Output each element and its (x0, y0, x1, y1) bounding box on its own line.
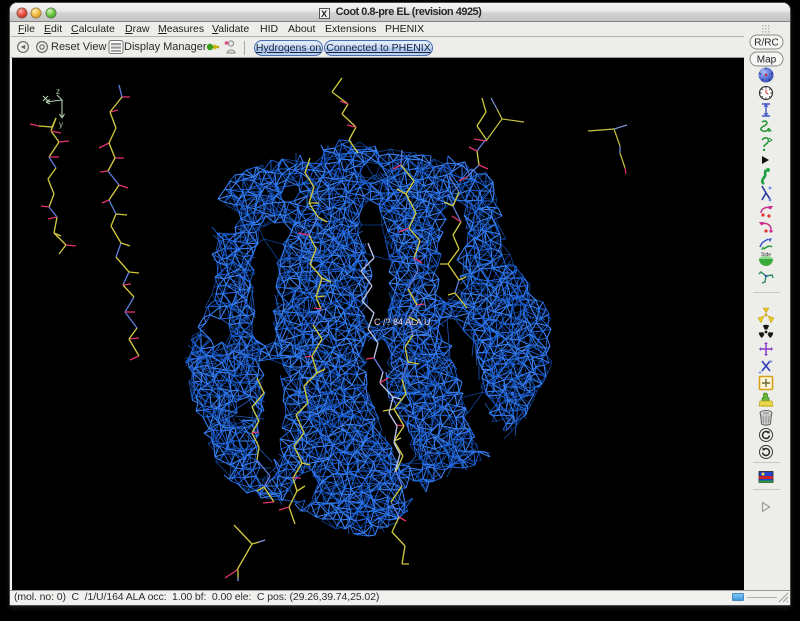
svg-text:R/RC: R/RC (754, 38, 778, 49)
svg-text:C /? 84 ALA U: C /? 84 ALA U (374, 317, 431, 327)
svg-text:Map: Map (757, 55, 777, 66)
svg-text:y: y (59, 120, 63, 129)
svg-text:z: z (56, 87, 60, 96)
